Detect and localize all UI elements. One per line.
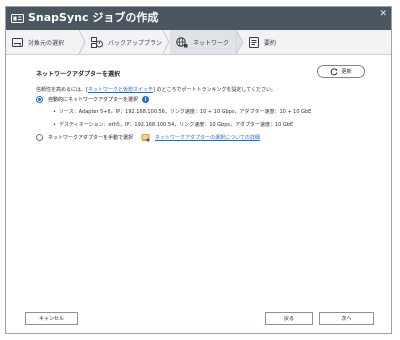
step-separator-chevron bbox=[78, 30, 86, 54]
info-icon[interactable]: i bbox=[142, 96, 150, 103]
dialog-footer: キャンセル 戻る 次へ bbox=[6, 303, 391, 333]
section-title: ネットワークアダプターを選択 bbox=[36, 71, 121, 78]
snapsync-app-icon bbox=[11, 14, 24, 23]
step-label: ネットワーク bbox=[193, 39, 230, 47]
wizard-steps: 対象元の選択 バックアッププラン ネットワーク 要約 bbox=[6, 30, 391, 55]
auto-select-label: 自動的にネットワークアダプターを選択 bbox=[48, 97, 139, 103]
adapter-selection-help-link[interactable]: ネットワークアダプターの選択についての詳細 bbox=[155, 134, 260, 141]
title-bar: SnapSync ジョブの作成 ✕ bbox=[6, 7, 391, 30]
step-label: 要約 bbox=[264, 39, 277, 47]
auto-select-option[interactable]: 自動的にネットワークアダプターを選択 i bbox=[36, 96, 150, 103]
back-button[interactable]: 戻る bbox=[265, 312, 313, 325]
network-icon bbox=[176, 36, 188, 47]
manual-select-label: ネットワークアダプターを手動で選択 bbox=[48, 135, 134, 141]
step-separator-chevron bbox=[162, 30, 170, 54]
step-backup-plan[interactable]: バックアッププラン bbox=[91, 30, 162, 54]
manual-select-option[interactable]: ネットワークアダプターを手動で選択 ネットワークアダプターの選択についての詳細 bbox=[36, 133, 260, 142]
step-network[interactable]: ネットワーク bbox=[170, 30, 236, 54]
hint-suffix: ] のところでポートトランキングを設定してください。 bbox=[152, 87, 277, 93]
step-label: 対象元の選択 bbox=[28, 39, 65, 47]
cancel-button[interactable]: キャンセル bbox=[25, 312, 78, 325]
backup-plan-icon bbox=[91, 36, 103, 48]
step-label: バックアッププラン bbox=[108, 39, 163, 47]
trunking-hint: 信頼性を高めるには、[ネットワークと仮想スイッチ] のところでポートトランキング… bbox=[36, 86, 276, 93]
step-separator-chevron bbox=[236, 30, 244, 54]
source-adapter-detail: ソース：Adapter 5+6，IP：192.168.100.56，リンク速度：… bbox=[53, 108, 311, 115]
network-virtual-switch-link[interactable]: ネットワークと仮想スイッチ bbox=[88, 87, 153, 93]
step-source-selection[interactable]: 対象元の選択 bbox=[12, 30, 64, 54]
manual-select-radio[interactable] bbox=[36, 134, 43, 141]
auto-select-radio[interactable] bbox=[36, 96, 43, 103]
next-button[interactable]: 次へ bbox=[319, 312, 374, 325]
snapsync-wizard-dialog: SnapSync ジョブの作成 ✕ 対象元の選択 バックアッププラン ネットワー… bbox=[5, 6, 392, 334]
dialog-title: SnapSync ジョブの作成 bbox=[28, 11, 159, 24]
storage-icon bbox=[12, 37, 23, 47]
refresh-button[interactable]: 更新 bbox=[317, 65, 365, 78]
refresh-label: 更新 bbox=[341, 69, 352, 75]
hint-prefix: 信頼性を高めるには、[ bbox=[36, 87, 88, 93]
summary-icon bbox=[249, 36, 259, 48]
close-icon[interactable]: ✕ bbox=[379, 9, 387, 19]
step-summary[interactable]: 要約 bbox=[249, 30, 276, 54]
destination-adapter-detail: デスティネーション：eth5，IP：192.168.100.54，リンク速度：1… bbox=[53, 121, 293, 128]
refresh-icon bbox=[331, 67, 338, 75]
help-book-icon bbox=[141, 134, 150, 142]
